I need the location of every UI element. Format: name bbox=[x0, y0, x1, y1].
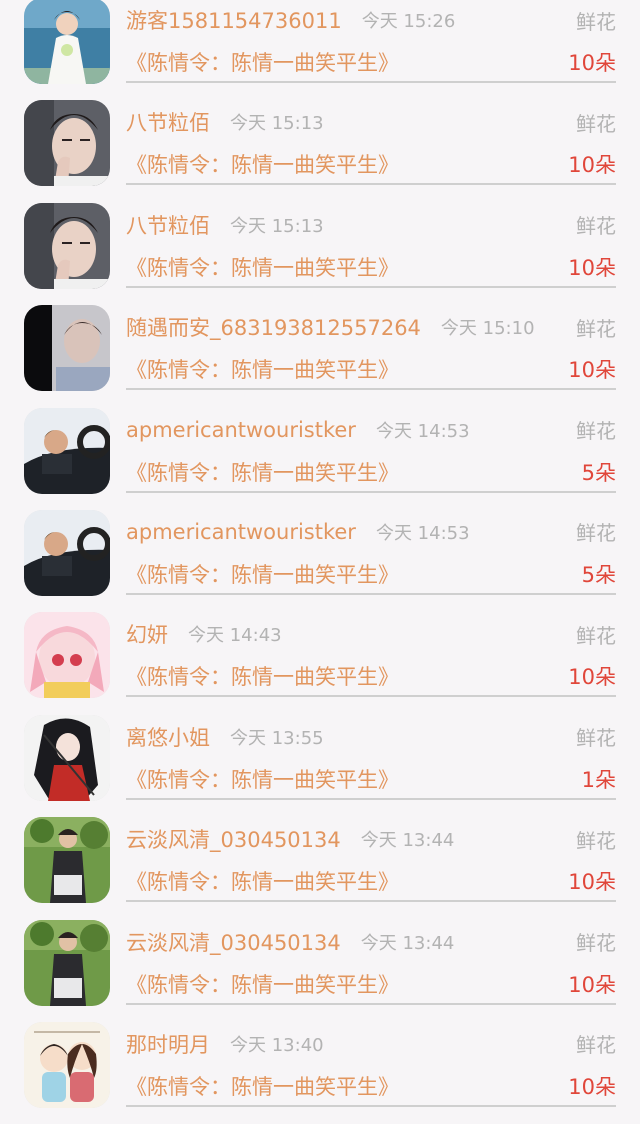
gift-quantity: 10朵 bbox=[568, 972, 616, 997]
avatar[interactable] bbox=[24, 100, 110, 187]
username[interactable]: 云淡风清_030450134 bbox=[126, 927, 341, 957]
username[interactable]: 云淡风清_030450134 bbox=[126, 824, 341, 854]
gift-quantity: 5朵 bbox=[581, 460, 616, 485]
row-divider bbox=[126, 1104, 616, 1107]
work-title[interactable]: 《陈情令：陈情一曲笑平生》 bbox=[126, 354, 399, 384]
timestamp: 今天 13:55 bbox=[230, 727, 324, 749]
work-title[interactable]: 《陈情令：陈情一曲笑平生》 bbox=[126, 866, 399, 896]
gift-type: 鲜花 bbox=[576, 111, 616, 136]
gift-quantity: 10朵 bbox=[568, 255, 616, 280]
timestamp: 今天 13:40 bbox=[230, 1034, 324, 1056]
work-title[interactable]: 《陈情令：陈情一曲笑平生》 bbox=[126, 661, 399, 691]
timestamp: 今天 15:13 bbox=[230, 215, 324, 237]
avatar[interactable] bbox=[24, 817, 110, 904]
username[interactable]: 八节粒佰 bbox=[126, 210, 210, 240]
list-item[interactable]: 幻妍 今天 14:43 鲜花 《陈情令：陈情一曲笑平生》 10朵 bbox=[0, 612, 640, 714]
work-title[interactable]: 《陈情令：陈情一曲笑平生》 bbox=[126, 1071, 399, 1101]
username[interactable]: apmericantwouristker bbox=[126, 418, 356, 442]
list-item[interactable]: 云淡风清_030450134 今天 13:44 鲜花 《陈情令：陈情一曲笑平生》… bbox=[0, 919, 640, 1022]
gift-quantity: 10朵 bbox=[568, 1074, 616, 1099]
avatar[interactable] bbox=[24, 612, 110, 699]
work-title[interactable]: 《陈情令：陈情一曲笑平生》 bbox=[126, 559, 399, 589]
avatar[interactable] bbox=[24, 202, 110, 289]
username[interactable]: 八节粒佰 bbox=[126, 107, 210, 137]
row-divider bbox=[126, 695, 616, 698]
timestamp: 今天 14:43 bbox=[188, 625, 282, 647]
row-divider bbox=[126, 183, 616, 186]
avatar[interactable] bbox=[24, 1021, 110, 1108]
username[interactable]: 离悠小姐 bbox=[126, 722, 210, 752]
row-divider bbox=[126, 797, 616, 800]
gift-quantity: 5朵 bbox=[581, 562, 616, 587]
avatar[interactable] bbox=[24, 509, 110, 596]
timestamp: 今天 15:13 bbox=[230, 113, 324, 135]
gift-quantity: 10朵 bbox=[568, 153, 616, 178]
gift-type: 鲜花 bbox=[576, 726, 616, 751]
gift-type: 鲜花 bbox=[576, 521, 616, 546]
gift-quantity: 10朵 bbox=[568, 358, 616, 383]
username[interactable]: 随遇而安_683193812557264 bbox=[126, 312, 421, 342]
gift-type: 鲜花 bbox=[576, 828, 616, 853]
row-divider bbox=[126, 592, 616, 595]
avatar[interactable] bbox=[24, 0, 110, 84]
username[interactable]: 游客1581154736011 bbox=[126, 5, 342, 35]
gift-type: 鲜花 bbox=[576, 419, 616, 444]
gift-quantity: 10朵 bbox=[568, 870, 616, 895]
gift-record-list: 游客1581154736011 今天 15:26 鲜花 《陈情令：陈情一曲笑平生… bbox=[0, 0, 640, 1108]
work-title[interactable]: 《陈情令：陈情一曲笑平生》 bbox=[126, 457, 399, 487]
timestamp: 今天 15:26 bbox=[361, 11, 456, 32]
list-item[interactable]: apmericantwouristker 今天 14:53 鲜花 《陈情令：陈情… bbox=[0, 407, 640, 510]
avatar[interactable] bbox=[24, 714, 110, 801]
timestamp: 今天 15:10 bbox=[440, 318, 535, 340]
gift-quantity: 10朵 bbox=[568, 51, 616, 75]
gift-type: 鲜花 bbox=[576, 214, 616, 239]
gift-quantity: 1朵 bbox=[581, 767, 616, 792]
row-divider bbox=[126, 388, 616, 391]
timestamp: 今天 13:44 bbox=[360, 932, 455, 954]
avatar[interactable] bbox=[24, 919, 110, 1006]
row-divider bbox=[126, 900, 616, 903]
timestamp: 今天 13:44 bbox=[360, 830, 455, 852]
username[interactable]: apmericantwouristker bbox=[126, 520, 356, 544]
work-title[interactable]: 《陈情令：陈情一曲笑平生》 bbox=[126, 149, 399, 179]
row-divider bbox=[126, 490, 616, 493]
gift-type: 鲜花 bbox=[576, 623, 616, 648]
username[interactable]: 幻妍 bbox=[126, 619, 168, 649]
work-title[interactable]: 《陈情令：陈情一曲笑平生》 bbox=[126, 969, 399, 999]
list-item[interactable]: 随遇而安_683193812557264 今天 15:10 鲜花 《陈情令：陈情… bbox=[0, 305, 640, 407]
row-divider bbox=[126, 1002, 616, 1005]
list-item[interactable]: 八节粒佰 今天 15:13 鲜花 《陈情令：陈情一曲笑平生》 10朵 bbox=[0, 202, 640, 305]
list-item[interactable]: 游客1581154736011 今天 15:26 鲜花 《陈情令：陈情一曲笑平生… bbox=[0, 0, 640, 100]
timestamp: 今天 14:53 bbox=[375, 522, 470, 544]
row-divider bbox=[126, 285, 616, 288]
list-item[interactable]: 八节粒佰 今天 15:13 鲜花 《陈情令：陈情一曲笑平生》 10朵 bbox=[0, 100, 640, 202]
gift-type: 鲜花 bbox=[576, 316, 616, 341]
work-title[interactable]: 《陈情令：陈情一曲笑平生》 bbox=[126, 764, 399, 794]
row-divider bbox=[126, 81, 616, 83]
list-item[interactable]: 云淡风清_030450134 今天 13:44 鲜花 《陈情令：陈情一曲笑平生》… bbox=[0, 817, 640, 919]
gift-type: 鲜花 bbox=[576, 931, 616, 956]
list-item[interactable]: 离悠小姐 今天 13:55 鲜花 《陈情令：陈情一曲笑平生》 1朵 bbox=[0, 714, 640, 817]
avatar[interactable] bbox=[24, 407, 110, 494]
timestamp: 今天 14:53 bbox=[375, 420, 470, 442]
work-title[interactable]: 《陈情令：陈情一曲笑平生》 bbox=[126, 47, 399, 77]
list-item[interactable]: apmericantwouristker 今天 14:53 鲜花 《陈情令：陈情… bbox=[0, 509, 640, 612]
username[interactable]: 那时明月 bbox=[126, 1029, 210, 1059]
gift-type: 鲜花 bbox=[576, 1033, 616, 1058]
avatar[interactable] bbox=[24, 305, 110, 392]
gift-type: 鲜花 bbox=[576, 9, 616, 34]
work-title[interactable]: 《陈情令：陈情一曲笑平生》 bbox=[126, 252, 399, 282]
gift-quantity: 10朵 bbox=[568, 665, 616, 690]
